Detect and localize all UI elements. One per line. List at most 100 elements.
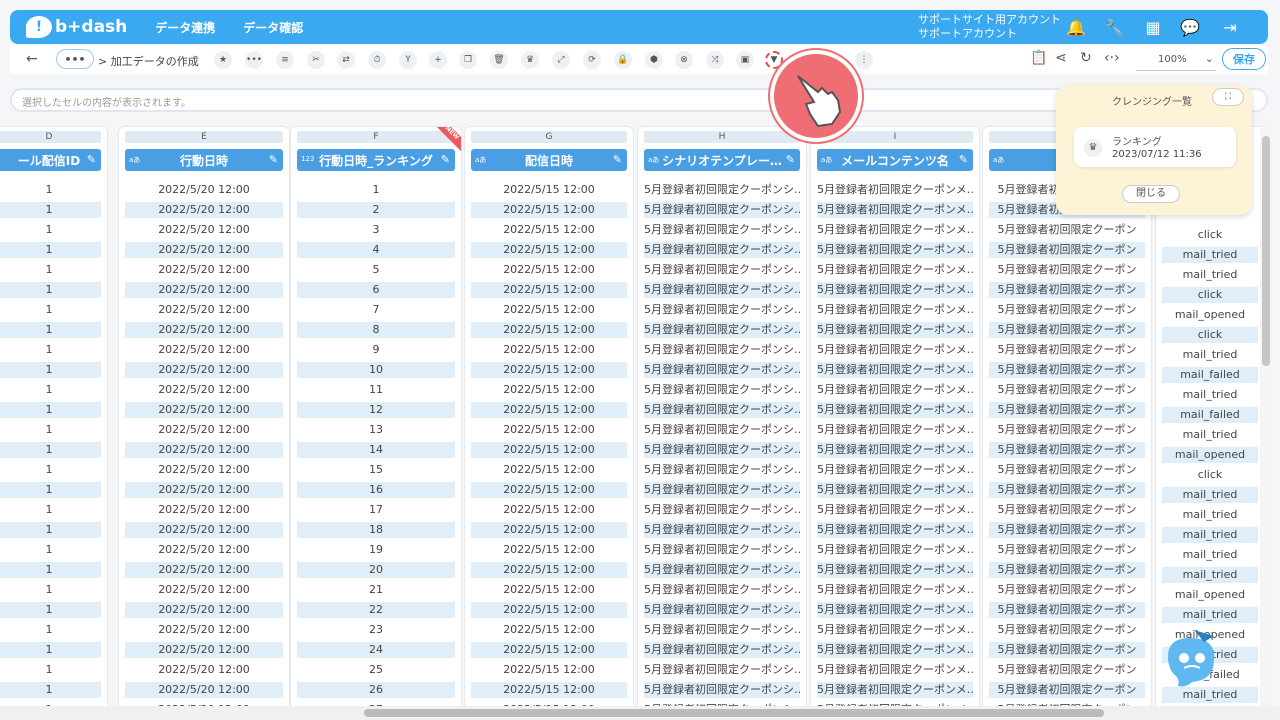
table-cell[interactable]: 2022/5/15 12:00 <box>471 222 627 238</box>
share-icon[interactable]: ⋖ <box>1055 50 1067 66</box>
table-cell[interactable]: 5月登録者初回限定クーポン <box>989 422 1145 438</box>
table-cell[interactable]: 2022/5/20 12:00 <box>125 582 283 598</box>
table-cell[interactable]: 5月登録者初回限定クーポンメ… <box>817 362 973 378</box>
table-cell[interactable]: 5月登録者初回限定クーポンシ… <box>644 582 800 598</box>
table-cell[interactable]: mail_failed <box>1162 407 1258 423</box>
table-cell[interactable]: 5月登録者初回限定クーポン <box>989 502 1145 518</box>
table-cell[interactable]: 1 <box>0 242 101 258</box>
table-cell[interactable]: click <box>1162 327 1258 343</box>
table-cell[interactable]: 5月登録者初回限定クーポン <box>989 402 1145 418</box>
table-cell[interactable]: 3 <box>297 222 455 238</box>
table-cell[interactable]: 5月登録者初回限定クーポンメ… <box>817 682 973 698</box>
table-cell[interactable]: 26 <box>297 682 455 698</box>
table-cell[interactable]: 5月登録者初回限定クーポン <box>989 622 1145 638</box>
table-cell[interactable]: 2022/5/15 12:00 <box>471 202 627 218</box>
table-cell[interactable]: 1 <box>297 182 455 198</box>
table-cell[interactable]: mail_tried <box>1162 507 1258 523</box>
table-cell[interactable]: 6 <box>297 282 455 298</box>
table-cell[interactable]: 2022/5/15 12:00 <box>471 522 627 538</box>
table-cell[interactable]: 5月登録者初回限定クーポン <box>989 282 1145 298</box>
cleansing-item[interactable]: ♛ ランキング 2023/07/12 11:36 <box>1074 127 1236 167</box>
vertical-scrollbar[interactable] <box>1260 126 1272 706</box>
table-cell[interactable]: 2022/5/15 12:00 <box>471 662 627 678</box>
column-header[interactable]: aあ 配信日時 ✎ <box>471 149 627 171</box>
table-cell[interactable]: 1 <box>0 302 101 318</box>
table-cell[interactable]: 5月登録者初回限定クーポン <box>989 482 1145 498</box>
table-cell[interactable]: 2022/5/20 12:00 <box>125 642 283 658</box>
table-cell[interactable]: 5月登録者初回限定クーポンシ… <box>644 442 800 458</box>
lock-icon[interactable]: 🔒 <box>614 51 632 69</box>
column-letter[interactable]: D <box>0 131 101 143</box>
table-cell[interactable]: 5月登録者初回限定クーポンメ… <box>817 642 973 658</box>
table-cell[interactable]: 2022/5/15 12:00 <box>471 482 627 498</box>
pencil-icon[interactable]: ✎ <box>786 153 795 166</box>
table-cell[interactable]: 13 <box>297 422 455 438</box>
table-cell[interactable]: 5月登録者初回限定クーポンシ… <box>644 382 800 398</box>
table-cell[interactable]: mail_failed <box>1162 367 1258 383</box>
table-cell[interactable]: 5月登録者初回限定クーポンシ… <box>644 482 800 498</box>
table-cell[interactable]: 5月登録者初回限定クーポン <box>989 522 1145 538</box>
table-cell[interactable]: 5月登録者初回限定クーポンシ… <box>644 302 800 318</box>
table-cell[interactable]: 2 <box>297 202 455 218</box>
table-cell[interactable]: 2022/5/20 12:00 <box>125 422 283 438</box>
table-cell[interactable]: 5月登録者初回限定クーポンメ… <box>817 442 973 458</box>
pencil-icon[interactable]: ✎ <box>959 153 968 166</box>
table-cell[interactable]: 5月登録者初回限定クーポンシ… <box>644 402 800 418</box>
table-cell[interactable]: 5月登録者初回限定クーポンシ… <box>644 262 800 278</box>
code-icon[interactable]: ‹·› <box>1104 50 1120 66</box>
table-cell[interactable]: 5月登録者初回限定クーポンメ… <box>817 242 973 258</box>
table-cell[interactable]: 5月登録者初回限定クーポンメ… <box>817 382 973 398</box>
table-cell[interactable]: 5月登録者初回限定クーポン <box>989 342 1145 358</box>
close-circle-icon[interactable]: ⊗ <box>675 51 693 69</box>
pencil-icon[interactable]: ✎ <box>269 153 278 166</box>
column-letter[interactable]: E <box>125 131 283 143</box>
table-cell[interactable]: 2022/5/20 12:00 <box>125 282 283 298</box>
pencil-icon[interactable]: ✎ <box>441 153 450 166</box>
table-cell[interactable]: 5月登録者初回限定クーポン <box>989 462 1145 478</box>
table-cell[interactable]: 22 <box>297 602 455 618</box>
table-cell[interactable]: 2022/5/20 12:00 <box>125 322 283 338</box>
table-cell[interactable]: 1 <box>0 562 101 578</box>
table-cell[interactable]: mail_tried <box>1162 247 1258 263</box>
table-cell[interactable]: 2022/5/20 12:00 <box>125 342 283 358</box>
table-cell[interactable]: 7 <box>297 302 455 318</box>
table-cell[interactable]: 5月登録者初回限定クーポンメ… <box>817 282 973 298</box>
table-cell[interactable]: 9 <box>297 342 455 358</box>
table-cell[interactable]: 2022/5/20 12:00 <box>125 522 283 538</box>
table-cell[interactable]: 1 <box>0 462 101 478</box>
save-button[interactable]: 保存 <box>1222 48 1266 70</box>
table-cell[interactable]: 1 <box>0 422 101 438</box>
table-cell[interactable]: 5月登録者初回限定クーポン <box>989 442 1145 458</box>
clipboard-icon[interactable]: 📋 <box>1030 50 1047 66</box>
grid-icon[interactable]: ▦ <box>1143 17 1163 37</box>
table-cell[interactable]: 1 <box>0 662 101 678</box>
table-cell[interactable]: 20 <box>297 562 455 578</box>
table-cell[interactable]: 1 <box>0 582 101 598</box>
table-cell[interactable]: click <box>1162 287 1258 303</box>
table-cell[interactable]: 2022/5/15 12:00 <box>471 622 627 638</box>
table-cell[interactable]: 5月登録者初回限定クーポンメ… <box>817 202 973 218</box>
table-cell[interactable]: 14 <box>297 442 455 458</box>
table-cell[interactable]: 2022/5/20 12:00 <box>125 662 283 678</box>
table-cell[interactable]: 5月登録者初回限定クーポンメ… <box>817 542 973 558</box>
table-cell[interactable]: 5月登録者初回限定クーポンシ… <box>644 562 800 578</box>
table-cell[interactable]: click <box>1162 227 1258 243</box>
table-cell[interactable]: 23 <box>297 622 455 638</box>
table-cell[interactable]: 1 <box>0 622 101 638</box>
table-cell[interactable]: 5月登録者初回限定クーポンメ… <box>817 302 973 318</box>
table-cell[interactable]: mail_tried <box>1162 547 1258 563</box>
table-cell[interactable]: 8 <box>297 322 455 338</box>
column-header[interactable]: ール配信ID ✎ <box>0 149 101 171</box>
box-icon[interactable]: ⬢ <box>645 51 663 69</box>
table-cell[interactable]: 1 <box>0 642 101 658</box>
table-cell[interactable]: 5月登録者初回限定クーポンメ… <box>817 482 973 498</box>
table-cell[interactable]: 1 <box>0 262 101 278</box>
dots-icon[interactable]: ••• <box>245 51 263 69</box>
timer-icon[interactable]: ⏱ <box>368 51 386 69</box>
bell-icon[interactable]: 🔔 <box>1066 17 1086 37</box>
table-cell[interactable]: 2022/5/15 12:00 <box>471 682 627 698</box>
table-cell[interactable]: 5月登録者初回限定クーポン <box>989 562 1145 578</box>
table-cell[interactable]: 1 <box>0 282 101 298</box>
table-cell[interactable]: 5 <box>297 262 455 278</box>
table-cell[interactable]: click <box>1162 467 1258 483</box>
